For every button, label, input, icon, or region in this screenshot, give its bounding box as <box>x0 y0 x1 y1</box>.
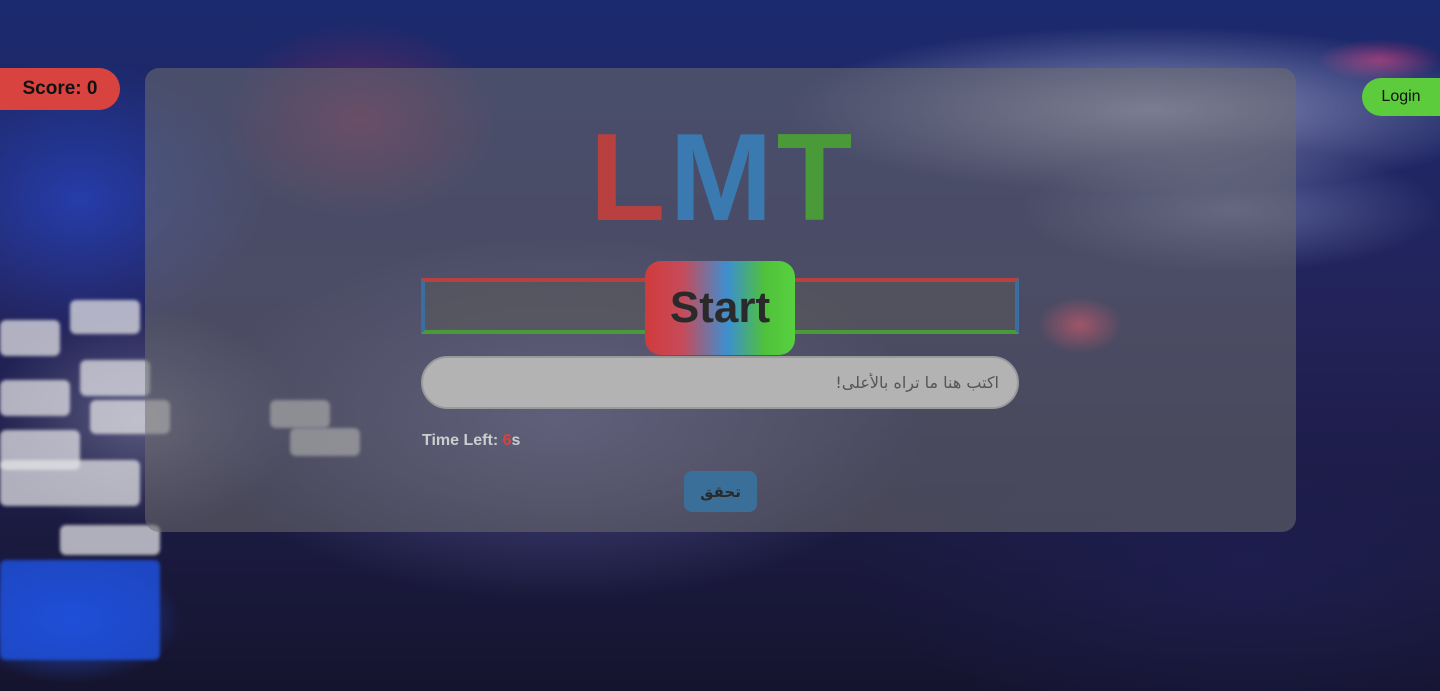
check-button[interactable]: تحقق <box>684 471 757 512</box>
score-label: Score: <box>22 78 82 99</box>
score-value: 0 <box>86 78 98 99</box>
app-logo: L M T <box>578 109 868 247</box>
timer: Time Left: 6s <box>422 432 520 450</box>
timer-label: Time Left: <box>422 432 499 449</box>
timer-value: 6 <box>502 432 512 449</box>
keyboard-key <box>0 380 70 416</box>
score-display: Score: 0 <box>0 68 120 110</box>
keyboard-key <box>0 560 160 660</box>
logo-letter-l: L <box>589 109 670 247</box>
keyboard-key <box>0 320 60 356</box>
login-button[interactable]: Login <box>1362 78 1440 116</box>
keyboard-key <box>80 360 150 396</box>
keyboard-key <box>70 300 140 334</box>
keyboard-key <box>0 460 140 506</box>
logo-letter-t: T <box>776 109 857 247</box>
logo-letter-m: M <box>669 109 777 247</box>
start-button[interactable]: Start <box>645 261 795 355</box>
answer-input[interactable] <box>421 356 1019 409</box>
timer-unit: s <box>511 432 521 449</box>
keyboard-key <box>60 525 160 555</box>
